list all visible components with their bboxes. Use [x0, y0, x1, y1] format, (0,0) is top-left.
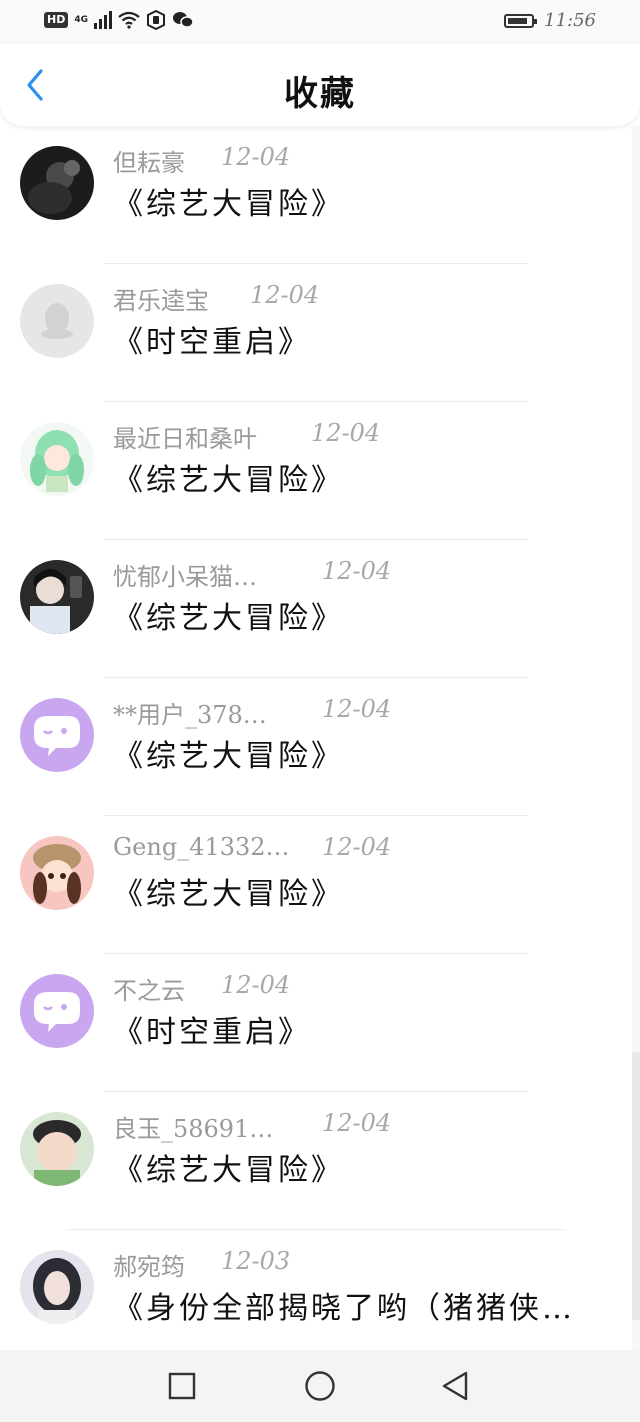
scrollbar[interactable] — [632, 1052, 640, 1320]
list-item[interactable]: **用户_378… 12-04 《综艺大冒险》 — [0, 678, 632, 816]
wechat-icon — [173, 12, 194, 28]
list-item[interactable]: 郝宛筠 12-03 《身份全部揭晓了哟（猪猪侠… — [0, 1230, 632, 1350]
content-area: 但耘豪 12-04 《综艺大冒险》 君乐逵宝 12-04 《时空重启》 最近日和… — [0, 126, 640, 1350]
list-item[interactable]: 忧郁小呆猫… 12-04 《综艺大冒险》 — [0, 540, 632, 678]
item-meta: 但耘豪 12-04 — [113, 143, 290, 177]
status-right: 11:56 — [504, 10, 596, 31]
item-title[interactable]: 《综艺大冒险》 — [113, 731, 602, 775]
item-title[interactable]: 《综艺大冒险》 — [113, 455, 602, 499]
status-bar: HD 4G 11:56 — [0, 0, 640, 44]
username: **用户_378… — [113, 701, 267, 729]
avatar[interactable] — [20, 146, 94, 220]
item-title[interactable]: 《综艺大冒险》 — [113, 869, 602, 913]
item-title[interactable]: 《身份全部揭晓了哟（猪猪侠… — [113, 1283, 602, 1327]
status-time: 11:56 — [544, 10, 596, 31]
list-item[interactable]: 君乐逵宝 12-04 《时空重启》 — [0, 264, 632, 402]
date: 12-04 — [221, 971, 291, 999]
avatar[interactable] — [20, 974, 94, 1048]
list-item[interactable]: 最近日和桑叶 12-04 《综艺大冒险》 — [0, 402, 632, 540]
favorites-list: 但耘豪 12-04 《综艺大冒险》 君乐逵宝 12-04 《时空重启》 最近日和… — [0, 126, 632, 1350]
date: 12-04 — [322, 557, 392, 585]
back-nav-button[interactable] — [436, 1366, 476, 1406]
date: 12-04 — [221, 143, 291, 171]
hd-icon: HD — [44, 12, 69, 28]
network-type: 4G — [74, 14, 88, 25]
username: 不之云 — [113, 977, 185, 1005]
page-title: 收藏 — [284, 74, 356, 114]
system-nav-bar — [0, 1350, 640, 1422]
username: 忧郁小呆猫… — [113, 563, 257, 591]
list-item[interactable]: 良玉_58691… 12-04 《综艺大冒险》 — [0, 1092, 632, 1230]
item-title[interactable]: 《综艺大冒险》 — [113, 593, 602, 637]
date: 12-04 — [322, 695, 392, 723]
username: 最近日和桑叶 — [113, 425, 257, 453]
avatar[interactable] — [20, 422, 94, 496]
shield-icon — [147, 10, 165, 30]
username: 良玉_58691… — [113, 1115, 274, 1143]
item-title[interactable]: 《综艺大冒险》 — [113, 179, 602, 223]
wifi-icon — [118, 11, 140, 29]
item-title[interactable]: 《时空重启》 — [113, 1007, 602, 1051]
username: 但耘豪 — [113, 149, 185, 177]
item-meta: Geng_41332… 12-04 — [113, 833, 391, 865]
item-meta: 忧郁小呆猫… 12-04 — [113, 557, 391, 591]
item-meta: 良玉_58691… 12-04 — [113, 1109, 391, 1143]
avatar[interactable] — [20, 698, 94, 772]
date: 12-04 — [322, 1109, 392, 1137]
avatar[interactable] — [20, 560, 94, 634]
item-meta: 君乐逵宝 12-04 — [113, 281, 319, 315]
signal-icon — [94, 11, 112, 29]
username: 郝宛筠 — [113, 1253, 185, 1281]
item-meta: 最近日和桑叶 12-04 — [113, 419, 380, 453]
item-meta: 郝宛筠 12-03 — [113, 1247, 290, 1281]
avatar[interactable] — [20, 284, 94, 358]
recent-apps-icon — [168, 1372, 196, 1400]
item-title[interactable]: 《综艺大冒险》 — [113, 1145, 602, 1189]
back-triangle-icon — [442, 1371, 468, 1401]
home-icon — [305, 1371, 335, 1401]
username: Geng_41332… — [113, 833, 290, 861]
item-meta: **用户_378… 12-04 — [113, 695, 391, 729]
date: 12-04 — [311, 419, 381, 447]
date: 12-04 — [250, 281, 320, 309]
date: 12-04 — [322, 833, 392, 861]
list-item[interactable]: 但耘豪 12-04 《综艺大冒险》 — [0, 126, 632, 264]
avatar[interactable] — [20, 1250, 94, 1324]
item-title[interactable]: 《时空重启》 — [113, 317, 602, 361]
avatar[interactable] — [20, 836, 94, 910]
item-meta: 不之云 12-04 — [113, 971, 290, 1005]
username: 君乐逵宝 — [113, 287, 209, 315]
nav-header: 收藏 — [0, 44, 640, 126]
home-button[interactable] — [300, 1366, 340, 1406]
list-item[interactable]: 不之云 12-04 《时空重启》 — [0, 954, 632, 1092]
status-left: HD 4G — [44, 10, 194, 30]
avatar[interactable] — [20, 1112, 94, 1186]
recent-apps-button[interactable] — [162, 1366, 202, 1406]
list-item[interactable]: Geng_41332… 12-04 《综艺大冒险》 — [0, 816, 632, 954]
date: 12-03 — [221, 1247, 291, 1275]
battery-icon — [504, 13, 538, 28]
